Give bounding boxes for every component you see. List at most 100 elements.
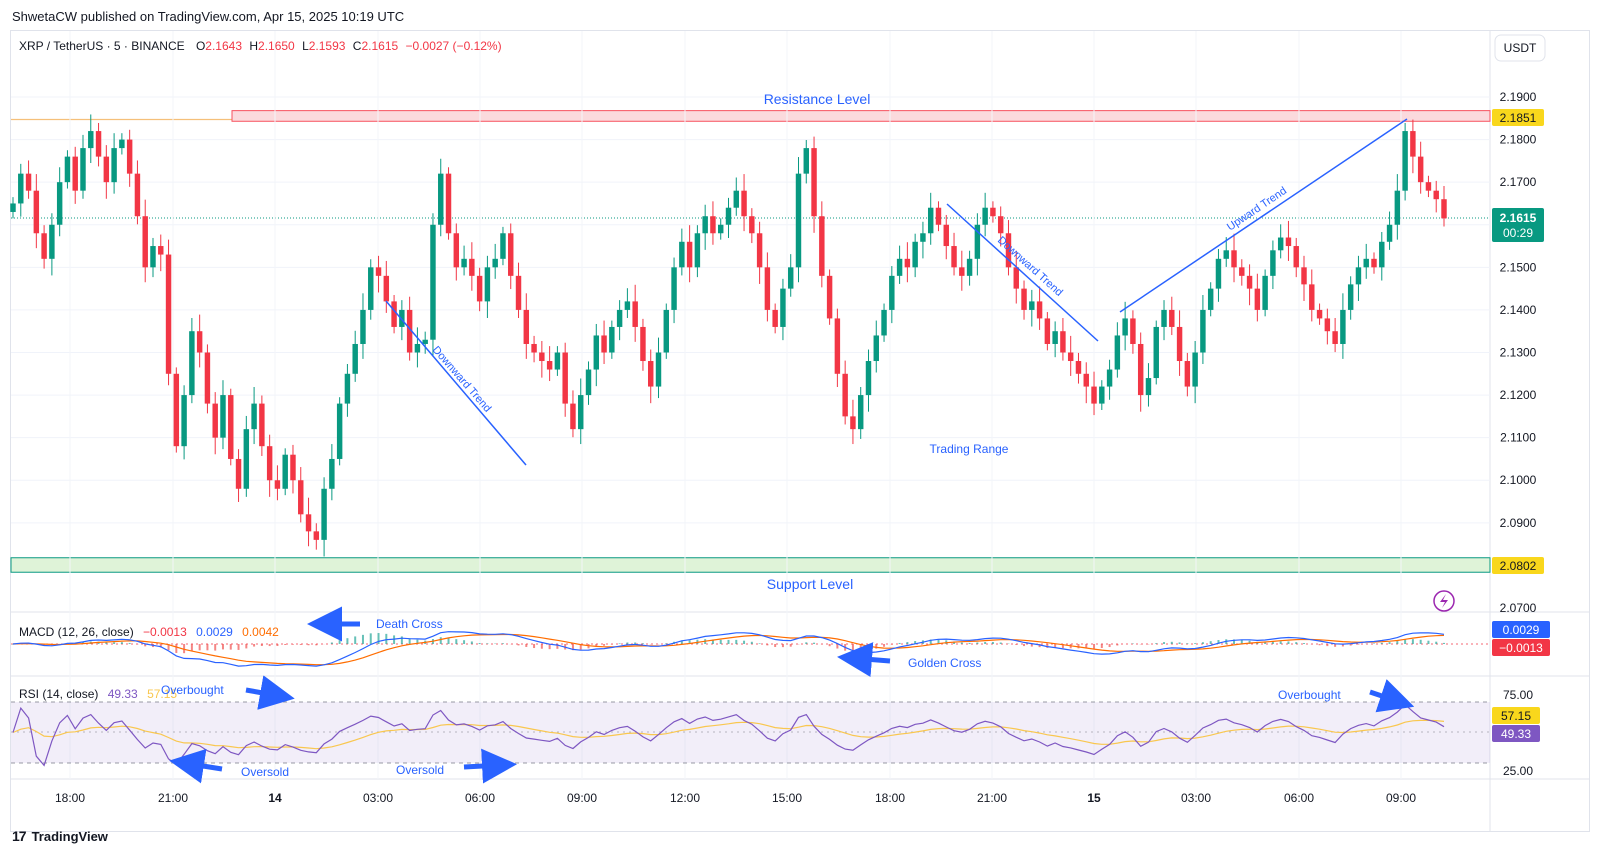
macd-hist-bar (1411, 639, 1414, 644)
resistance-zone[interactable] (231, 110, 1491, 122)
macd-hist-bar (299, 644, 302, 645)
candle-body (554, 352, 561, 370)
candle-body (865, 361, 872, 396)
oversold-label-1: Oversold (241, 765, 289, 779)
macd-hist-bar (315, 644, 318, 646)
candle-body (624, 301, 631, 310)
y-tick-label: 2.0900 (1500, 516, 1537, 530)
candle-body (578, 395, 584, 430)
candle-body (64, 156, 71, 183)
candle-body (1433, 190, 1439, 200)
y-tick-label: 2.1500 (1500, 260, 1537, 274)
x-tick-label: 18:00 (875, 791, 905, 805)
candle-body (1075, 361, 1082, 374)
candle-body (959, 267, 965, 276)
x-tick-label: 14 (268, 791, 282, 805)
macd-hist-bar (221, 644, 224, 650)
candle-body (189, 331, 195, 396)
death-cross-label: Death Cross (376, 617, 443, 631)
macd-hist-bar (1077, 644, 1080, 649)
candle-body (173, 373, 180, 447)
candle-body (1262, 275, 1268, 310)
candle-body (1067, 352, 1074, 362)
macd-hist-bar (346, 638, 349, 644)
candle-body (95, 131, 102, 157)
tradingview-logo[interactable]: 17 TradingView (12, 828, 108, 844)
macd-hist-bar (968, 642, 971, 644)
candle-body (1441, 199, 1447, 219)
candle-body (1270, 250, 1276, 276)
candle-body (1083, 373, 1089, 387)
macd-hist-bar (439, 637, 442, 644)
rsi-tag-text: 49.33 (1501, 727, 1531, 741)
candle-body (181, 395, 187, 447)
macd-hist-bar (206, 644, 209, 651)
macd-hist-bar (1155, 643, 1158, 644)
x-tick-label: 09:00 (1386, 791, 1416, 805)
candle-body (1207, 288, 1214, 310)
candle-body (997, 216, 1004, 234)
rsi-axis-75: 75.00 (1503, 688, 1533, 702)
x-tick-label: 15:00 (772, 791, 802, 805)
golden-cross-label: Golden Cross (908, 656, 981, 670)
candle-body (1161, 309, 1167, 327)
macd-hist-bar (758, 643, 761, 644)
macd-hist-bar (1435, 641, 1438, 644)
candle-body (1239, 267, 1245, 276)
macd-hist-bar (1186, 643, 1189, 644)
macd-hist-bar (727, 639, 730, 644)
macd-hist-bar (634, 642, 637, 644)
candle-body (671, 267, 677, 310)
candle-body (383, 275, 390, 302)
candle-body (515, 275, 522, 310)
candle-body (1379, 241, 1385, 268)
candle-body (1099, 386, 1105, 404)
tradingview-logo-icon: 17 (12, 828, 27, 844)
rsi-ma-tag-text: 57.15 (1501, 709, 1531, 723)
macd-hist-bar (813, 642, 816, 644)
candle-body (756, 233, 763, 268)
candle-body (585, 369, 592, 396)
support-zone[interactable] (10, 557, 1491, 573)
candle-body (857, 395, 864, 430)
candle-body (165, 254, 172, 374)
chart[interactable]: 2.19002.18002.17002.16002.15002.14002.13… (0, 0, 1600, 868)
candle-body (764, 267, 771, 310)
candle-body (476, 275, 483, 302)
candle-body (718, 224, 724, 234)
y-tick-label: 2.1800 (1500, 133, 1537, 147)
candle-body (1309, 284, 1315, 310)
candle-body (694, 233, 701, 268)
macd-hist-bar (1209, 641, 1212, 644)
macd-hist-bar (836, 644, 839, 649)
candle-body (368, 267, 374, 310)
macd-hist-bar (610, 644, 613, 645)
macd-hist-tag-text: −0.0013 (1499, 641, 1543, 655)
candle-body (1425, 182, 1432, 191)
downtrend-line-1[interactable] (385, 300, 527, 466)
lightning-icon-glyph (1440, 594, 1448, 608)
x-tick-label: 06:00 (465, 791, 495, 805)
candle-body (990, 207, 996, 217)
candle-body (492, 258, 498, 268)
candle-body (56, 182, 63, 225)
last-price-text: 2.1615 (1500, 211, 1537, 225)
candle-body (375, 267, 382, 276)
candle-body (158, 246, 164, 255)
macd-hist-bar (291, 644, 294, 645)
macd-hist-bar (641, 643, 644, 644)
macd-hist-bar (1201, 642, 1204, 644)
macd-hist-bar (525, 644, 528, 647)
x-tick-label: 15 (1087, 791, 1101, 805)
candle-body (469, 258, 475, 276)
x-tick-label: 06:00 (1284, 791, 1314, 805)
candle-body (212, 403, 218, 438)
candle-body (1122, 318, 1128, 336)
candle-body (33, 190, 40, 234)
rsi-axis-25: 25.00 (1503, 764, 1533, 778)
candle-body (1301, 267, 1307, 285)
candle-body (1363, 258, 1369, 268)
macd-hist-bar (354, 636, 357, 644)
macd-hist-bar (626, 642, 629, 644)
candle-body (1021, 288, 1027, 310)
